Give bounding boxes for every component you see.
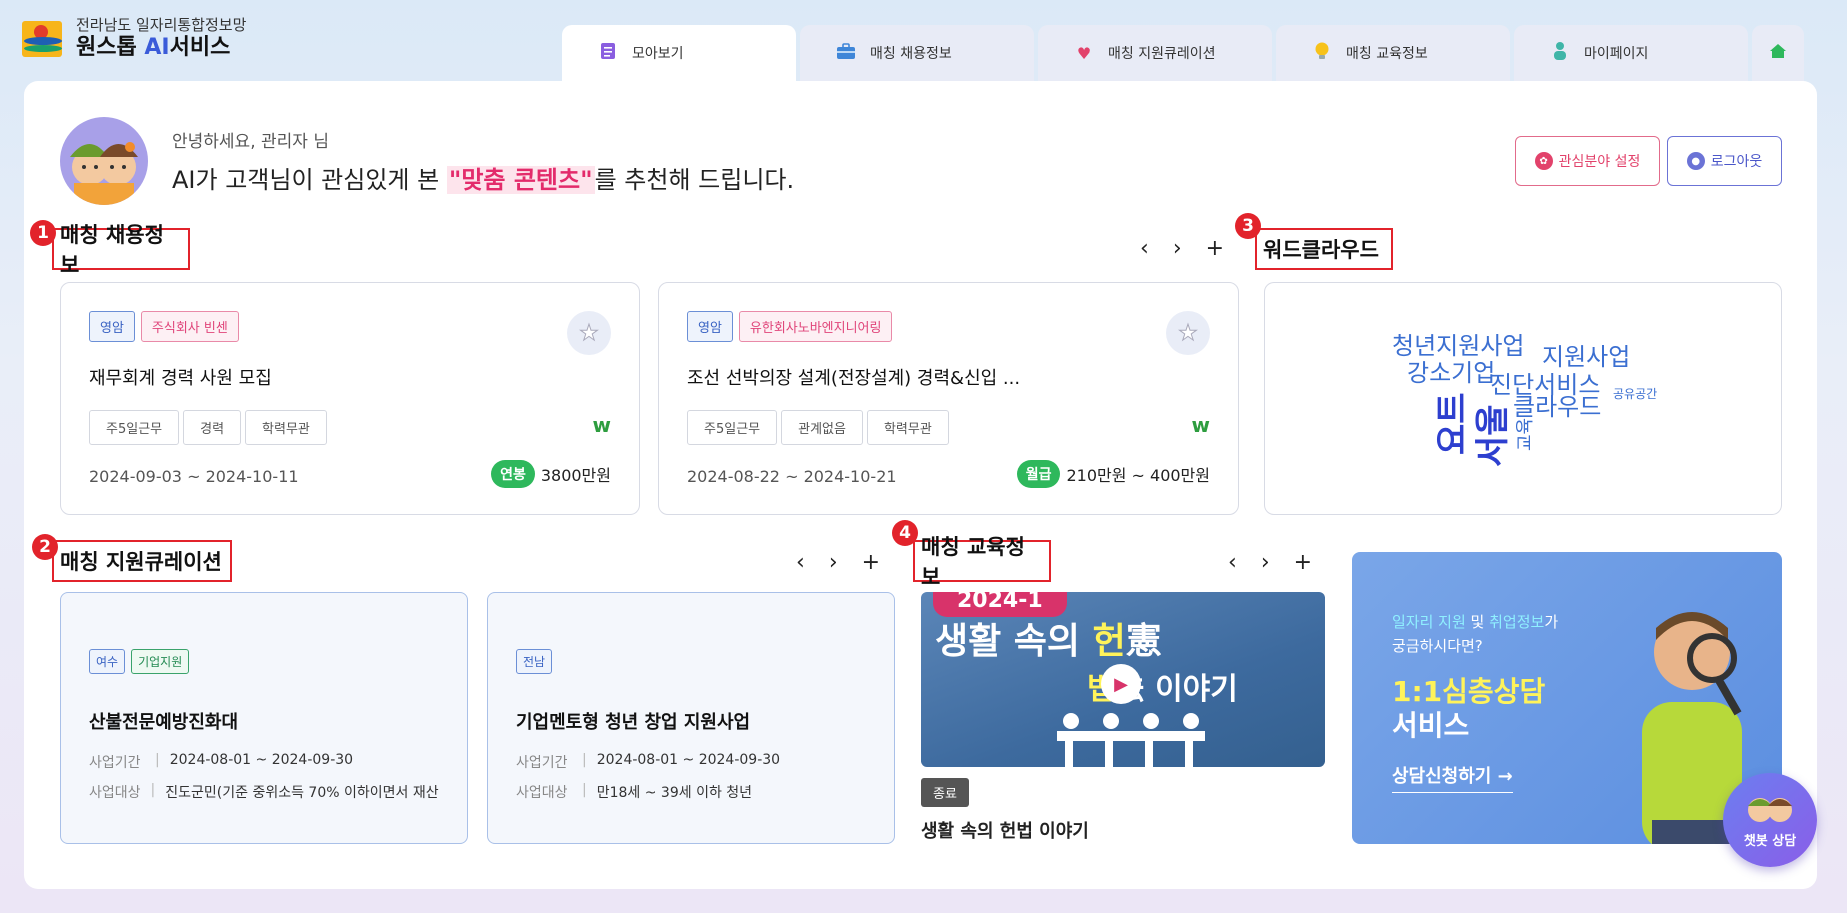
prev-arrow-icon[interactable]: ‹ (1140, 236, 1149, 261)
job-period: 2024-09-03 ~ 2024-10-11 (89, 467, 299, 486)
main-tabs: 모아보기 매칭 채용정보 ♥ 매칭 지원큐레이션 매칭 교육정보 마이페이지 (562, 25, 1804, 81)
chatbot-characters-icon (1748, 798, 1792, 822)
section-title-wordcloud: 워드클라우드 (1255, 228, 1393, 270)
favorite-star-icon[interactable]: ★ (567, 311, 611, 355)
next-arrow-icon[interactable]: › (1261, 550, 1270, 575)
edu-thumb-text: 생활 속의 헌憲 (935, 621, 1162, 662)
support-title: 기업멘토형 청년 창업 지원사업 (516, 712, 751, 733)
tab-mypage[interactable]: 마이페이지 (1514, 25, 1748, 81)
word-cloud-term[interactable]: 강소기업 (1407, 353, 1495, 388)
greeting-text: 안녕하세요, 관리자 님 (172, 132, 329, 152)
section-title-edu: 매칭 교육정보 (913, 535, 1051, 589)
word-cloud: 청년지원사업 지원사업 강소기업 진단서비스 클라우드 공유공간 요트 서울 교… (1264, 282, 1782, 515)
tab-matching-edu[interactable]: 매칭 교육정보 (1276, 25, 1510, 81)
tab-matching-jobs[interactable]: 매칭 채용정보 (800, 25, 1034, 81)
support-target: 사업대상 | 만18세 ~ 39세 이하 청년 (516, 782, 753, 801)
person-icon (1550, 41, 1570, 65)
play-icon[interactable]: ▶ (1101, 664, 1141, 704)
site-logo[interactable]: 전라남도 일자리통합정보망 원스톱 AI서비스 (22, 16, 246, 62)
tab-matching-support[interactable]: ♥ 매칭 지원큐레이션 (1038, 25, 1272, 81)
word-cloud-term[interactable]: 클라우드 (1513, 387, 1601, 422)
worknet-logo-icon: w (1191, 413, 1210, 437)
word-cloud-term[interactable]: 공유공간 (1613, 385, 1657, 402)
edu-carousel-nav: ‹ › + (1228, 550, 1312, 575)
next-arrow-icon[interactable]: › (829, 550, 838, 575)
next-arrow-icon[interactable]: › (1173, 236, 1182, 261)
support-period: 사업기간 | 2024-08-01 ~ 2024-09-30 (89, 752, 354, 771)
support-title: 산불전문예방진화대 (89, 712, 239, 733)
plus-icon[interactable]: + (1294, 550, 1312, 575)
company-tag: 유한회사노바엔지니어링 (738, 311, 893, 342)
plus-icon[interactable]: + (862, 550, 880, 575)
recommend-headline: AI가 고객님이 관심있게 본 "맞춤 콘텐츠"를 추천해 드립니다. (172, 166, 795, 194)
tab-home[interactable] (1752, 25, 1804, 81)
word-cloud-term[interactable]: 교육 (1511, 418, 1537, 451)
job-salary: 월급 210만원 ~ 400만원 (1016, 460, 1210, 488)
region-tag: 영암 (687, 311, 733, 342)
logout-button[interactable]: ● 로그아웃 (1667, 136, 1782, 186)
user-icon: ● (1686, 152, 1705, 170)
job-chip: 주5일근무 (89, 410, 180, 445)
service-name: 원스톱 AI서비스 (76, 35, 231, 60)
job-chip: 학력무관 (866, 410, 949, 445)
job-salary: 연봉 3800만원 (491, 460, 611, 488)
home-icon (1768, 43, 1788, 63)
plus-icon[interactable]: + (1206, 236, 1224, 261)
support-card[interactable]: 여수 기업지원 산불전문예방진화대 사업기간 | 2024-08-01 ~ 2024-… (60, 592, 468, 844)
job-chip: 학력무관 (245, 410, 327, 445)
promo-subtitle: 서비스 (1392, 709, 1470, 742)
support-card[interactable]: 전남 기업멘토형 청년 창업 지원사업 사업기간 | 2024-08-01 ~ 20… (487, 592, 895, 844)
promo-question: 일자리 지원 및 취업정보가 궁금하시다면? (1392, 613, 1559, 655)
region-tag: 영암 (89, 311, 135, 342)
section-title-jobs: 매칭 채용정보 (52, 223, 190, 277)
job-chip: 관계없음 (781, 410, 863, 445)
consulting-apply-link[interactable]: 상담신청하기 → (1392, 762, 1513, 793)
support-target: 사업대상 | 진도군민(기준 중위소득 70% 이하이면서 재산 4... (89, 782, 439, 801)
edu-status-badge: 종료 (921, 778, 969, 807)
support-carousel-nav: ‹ › + (796, 550, 880, 575)
company-tag: 주식회사 빈센 (140, 311, 239, 342)
org-name: 전라남도 일자리통합정보망 (76, 16, 247, 34)
chatbot-button[interactable]: 챗봇 상담 (1723, 773, 1817, 867)
edu-thumbnail[interactable]: 2024-1 생활 속의 헌憲 법法 이야기 ▶ (921, 592, 1325, 767)
favorite-star-icon[interactable]: ★ (1166, 311, 1210, 355)
prev-arrow-icon[interactable]: ‹ (796, 550, 805, 575)
word-cloud-term[interactable]: 서울 (1465, 404, 1514, 467)
job-card[interactable]: 영암 유한회사노바엔지니어링 조선 선박의장 설계(전장설계) 경력&신입 ...… (658, 282, 1239, 515)
support-period: 사업기간 | 2024-08-01 ~ 2024-09-30 (516, 752, 781, 771)
edu-title[interactable]: 생활 속의 헌법 이야기 (921, 817, 1089, 843)
prev-arrow-icon[interactable]: ‹ (1228, 550, 1237, 575)
consulting-promo-banner[interactable]: 일자리 지원 및 취업정보가 궁금하시다면? 1:1심층상담 서비스 상담신청하기… (1352, 552, 1782, 844)
job-period: 2024-08-22 ~ 2024-10-21 (687, 467, 897, 486)
category-tag: 기업지원 (131, 649, 190, 674)
job-title: 조선 선박의장 설계(전장설계) 경력&신입 ... (687, 368, 1021, 389)
interest-settings-button[interactable]: ✿ 관심분야 설정 (1515, 136, 1660, 186)
gear-icon: ✿ (1534, 152, 1553, 170)
list-icon (598, 42, 618, 64)
region-tag: 여수 (89, 649, 126, 674)
user-avatar (60, 117, 148, 205)
briefcase-icon (836, 42, 856, 64)
paper-people-icon (1057, 713, 1205, 767)
job-title: 재무회계 경력 사원 모집 (89, 368, 272, 389)
jobs-carousel-nav: ‹ › + (1140, 236, 1224, 261)
heart-icon: ♥ (1076, 43, 1092, 63)
jeonnam-logo-icon (22, 17, 66, 61)
tab-overview[interactable]: 모아보기 (562, 25, 796, 81)
worknet-logo-icon: w (592, 413, 611, 437)
job-card[interactable]: 영암 주식회사 빈센 재무회계 경력 사원 모집 주5일근무 경력 학력무관 ★ w … (60, 282, 640, 515)
job-chip: 경력 (183, 410, 242, 445)
region-tag: 전남 (516, 649, 553, 674)
section-title-support: 매칭 지원큐레이션 (52, 540, 232, 582)
lightbulb-icon (1312, 41, 1332, 65)
job-chip: 주5일근무 (687, 410, 778, 445)
